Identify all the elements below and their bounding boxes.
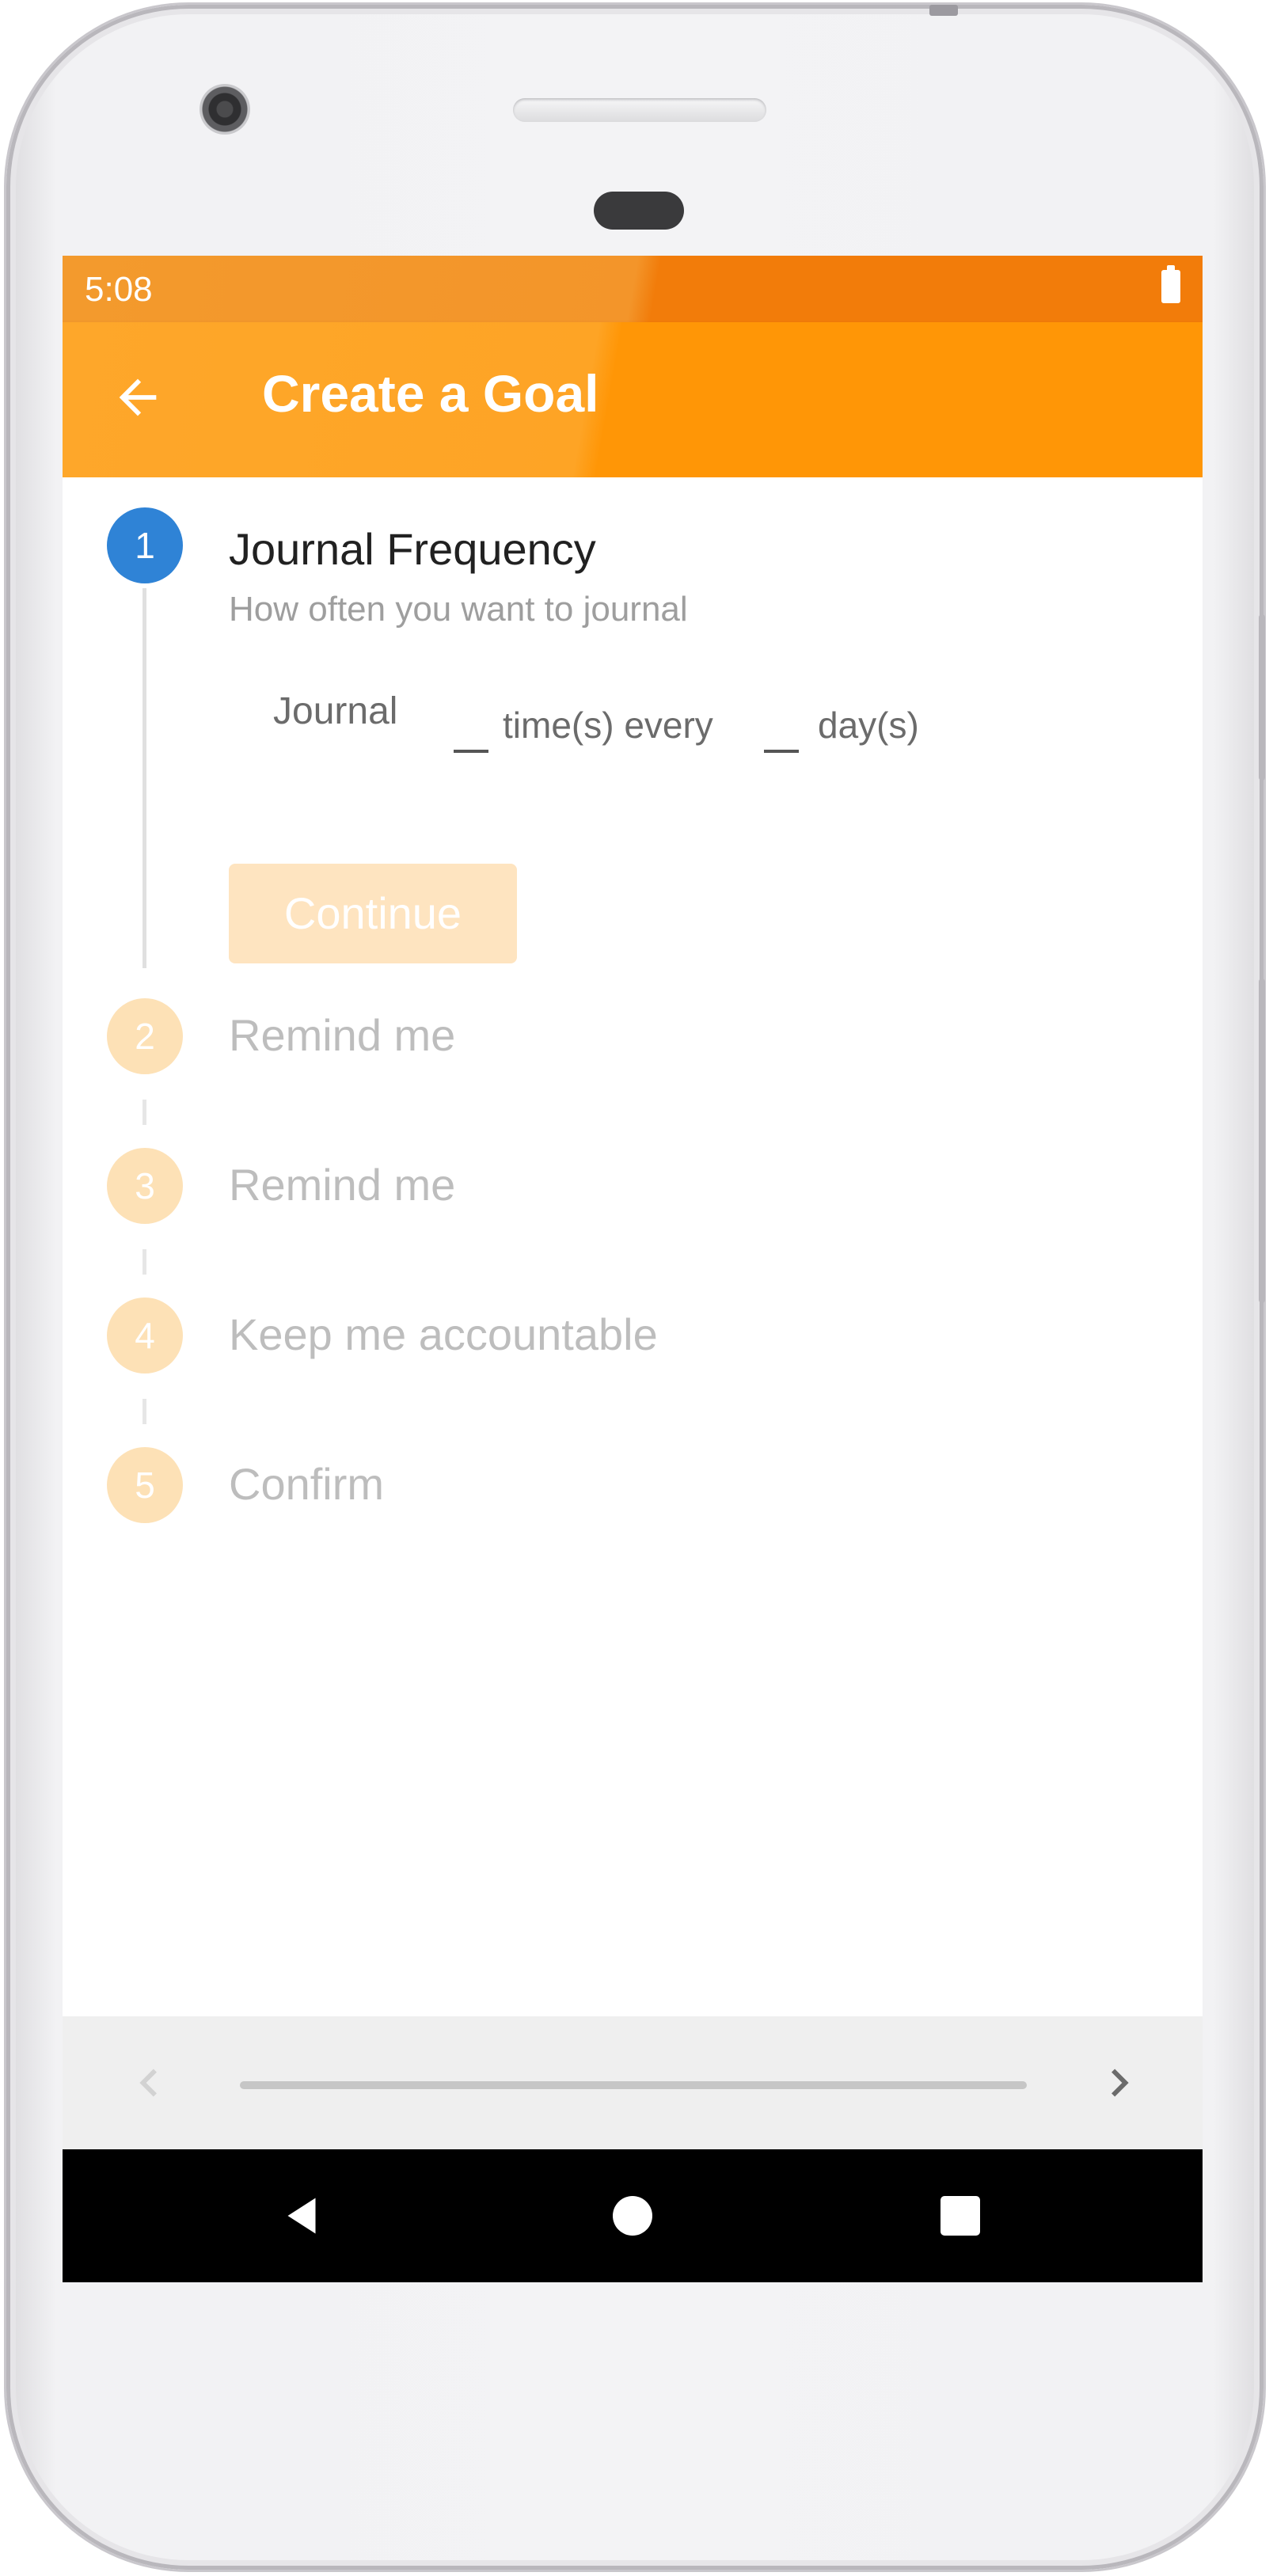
days-input[interactable] (748, 680, 804, 753)
frequency-suffix: day(s) (818, 705, 919, 746)
proximity-sensor (594, 192, 684, 230)
system-navigation-bar (63, 2149, 1203, 2282)
app-bar: Create a Goal (63, 322, 1203, 477)
step-2-indicator: 2 (107, 998, 183, 1074)
times-input-underline (454, 750, 488, 753)
back-arrow-icon[interactable] (110, 370, 165, 425)
step-2-title[interactable]: Remind me (229, 1009, 455, 1061)
power-button-top (929, 5, 958, 16)
step-5-indicator: 5 (107, 1447, 183, 1523)
step-connector-dash (142, 1249, 146, 1275)
step-4-indicator: 4 (107, 1297, 183, 1373)
times-input[interactable] (436, 680, 492, 753)
step-number: 2 (135, 1016, 155, 1057)
status-bar: 5:08 (63, 256, 1203, 322)
step-5-title[interactable]: Confirm (229, 1458, 384, 1510)
step-number: 5 (135, 1465, 155, 1506)
status-time: 5:08 (85, 270, 153, 309)
step-4-title[interactable]: Keep me accountable (229, 1309, 658, 1360)
stepper: 1 Journal Frequency How often you want t… (63, 477, 1203, 2053)
frequency-middle: time(s) every (503, 705, 713, 746)
chevron-right-icon[interactable] (1092, 2053, 1147, 2113)
front-camera-icon (200, 84, 250, 135)
volume-button (1259, 614, 1265, 781)
step-1-subtitle: How often you want to journal (229, 590, 688, 629)
triangle-back-icon[interactable] (278, 2192, 325, 2240)
step-3-title[interactable]: Remind me (229, 1159, 455, 1210)
frequency-prefix: Journal (273, 690, 398, 732)
earpiece-speaker (513, 98, 766, 122)
screen: 5:08 Create a Goal 1 Journal Frequency H… (63, 256, 1203, 2282)
step-number: 4 (135, 1315, 155, 1356)
square-recents-icon[interactable] (937, 2192, 984, 2240)
step-1-title[interactable]: Journal Frequency (229, 523, 596, 575)
step-number: 3 (135, 1165, 155, 1206)
step-navigation-bar (63, 2016, 1203, 2149)
step-3-indicator: 3 (107, 1148, 183, 1224)
battery-icon (1161, 265, 1180, 303)
progress-track (240, 2081, 1027, 2089)
step-connector-dash (142, 1399, 146, 1424)
step-connector-line (142, 588, 146, 968)
continue-button[interactable]: Continue (229, 864, 517, 963)
step-1-indicator: 1 (107, 507, 183, 583)
page-title: Create a Goal (262, 364, 599, 423)
step-number: 1 (135, 525, 155, 566)
days-input-underline (764, 750, 799, 753)
step-connector-dash (142, 1100, 146, 1125)
circle-home-icon[interactable] (609, 2192, 656, 2240)
chevron-left-icon[interactable] (121, 2053, 177, 2113)
side-button (1259, 978, 1265, 1303)
